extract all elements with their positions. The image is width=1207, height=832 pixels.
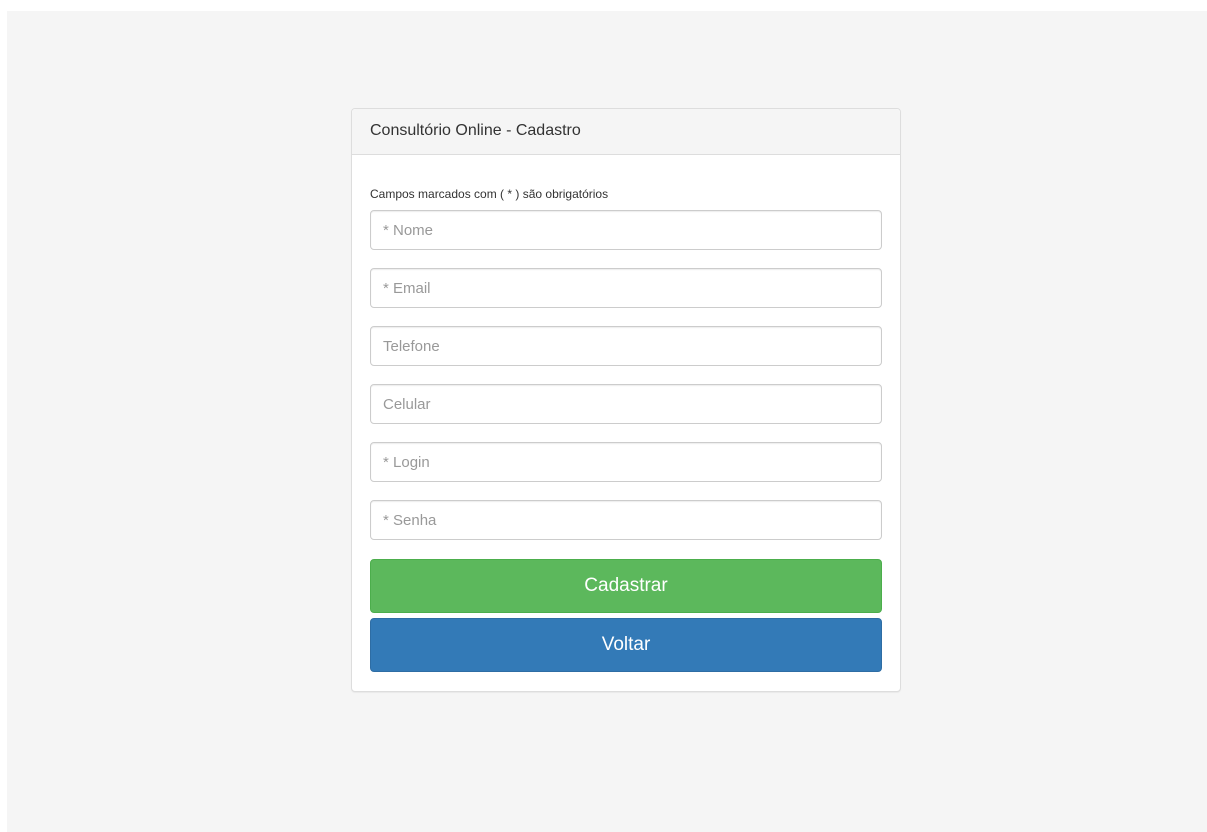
- name-input[interactable]: [370, 210, 882, 250]
- email-input[interactable]: [370, 268, 882, 308]
- phone-input[interactable]: [370, 326, 882, 366]
- mobile-input[interactable]: [370, 384, 882, 424]
- register-button[interactable]: Cadastrar: [370, 559, 882, 613]
- back-button[interactable]: Voltar: [370, 618, 882, 672]
- required-fields-note: Campos marcados com ( * ) são obrigatóri…: [370, 187, 609, 201]
- login-input[interactable]: [370, 442, 882, 482]
- panel-title: Consultório Online - Cadastro: [352, 109, 900, 155]
- registration-form: Campos marcados com ( * ) são obrigatóri…: [352, 187, 900, 672]
- password-input[interactable]: [370, 500, 882, 540]
- registration-panel: Consultório Online - Cadastro Campos mar…: [351, 108, 901, 692]
